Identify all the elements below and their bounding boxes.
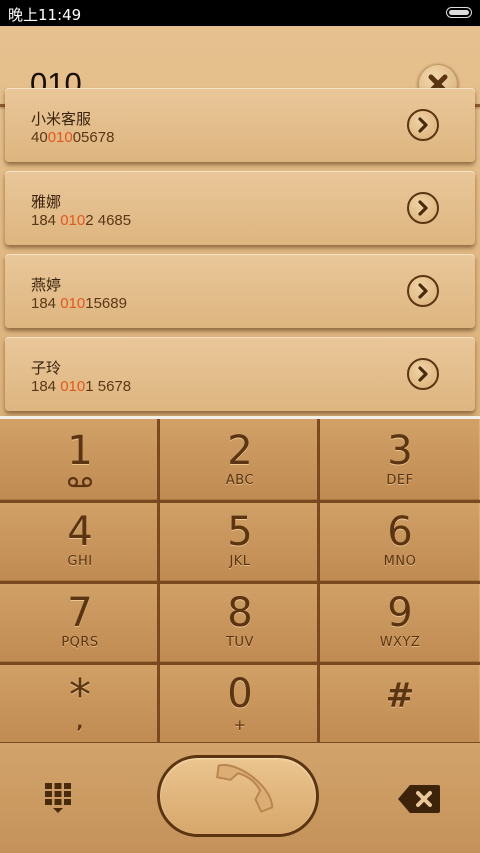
phone-icon [216, 764, 274, 813]
key-digit: 8 [227, 590, 253, 636]
details-button[interactable] [407, 275, 439, 307]
contact-name: 子玲 [31, 359, 62, 377]
key-letters: DEF [386, 473, 414, 488]
chevron-right-icon [418, 117, 428, 133]
dialpad-toggle-button[interactable] [40, 780, 76, 816]
key-7[interactable]: 7 PQRS [0, 581, 160, 662]
suggestion-item[interactable]: 燕婷 184 01015689 [5, 254, 475, 328]
key-letters: + [233, 716, 247, 734]
key-digit: 2 [227, 428, 253, 474]
match-highlight: 010 [60, 212, 86, 229]
match-highlight: 010 [47, 129, 73, 146]
key-letters: JKL [229, 554, 251, 569]
key-letters: WXYZ [379, 635, 421, 650]
key-9[interactable]: 9 WXYZ [320, 581, 480, 662]
key-0[interactable]: 0 + [160, 662, 320, 743]
key-1[interactable]: 1 [0, 419, 160, 500]
suggestion-item[interactable]: 雅娜 184 0102 4685 [5, 171, 475, 245]
contact-name: 雅娜 [31, 193, 62, 211]
key-letters: , [76, 712, 84, 733]
suggestion-item[interactable]: 小米客服 4001005678 [5, 88, 475, 162]
keypad-grid-line [0, 500, 480, 503]
key-digit: 6 [387, 509, 413, 555]
key-digit: 9 [387, 590, 413, 636]
details-button[interactable] [407, 358, 439, 390]
key-4[interactable]: 4 GHI [0, 500, 160, 581]
key-letters: PQRS [61, 635, 99, 650]
key-letters: TUV [226, 635, 254, 650]
chevron-right-icon [418, 283, 428, 299]
contact-number: 184 0101 5678 [31, 378, 132, 395]
call-button[interactable] [157, 755, 319, 837]
key-digit: 5 [227, 509, 253, 555]
key-digit: # [385, 676, 415, 716]
key-letters: ABC [225, 473, 255, 488]
contact-name: 燕婷 [31, 276, 62, 294]
contact-number: 184 01015689 [31, 295, 127, 312]
chevron-right-icon [418, 200, 428, 216]
key-2[interactable]: 2 ABC [160, 419, 320, 500]
key-letters: GHI [67, 554, 93, 569]
key-hash[interactable]: # [320, 662, 480, 743]
key-digit: 3 [387, 428, 413, 474]
key-digit: 4 [67, 509, 93, 555]
key-5[interactable]: 5 JKL [160, 500, 320, 581]
chevron-right-icon [418, 366, 428, 382]
top-area: 010 小米客服 4001005678 雅娜 184 0102 4685 燕婷 … [0, 26, 480, 418]
key-digit: 0 [227, 671, 253, 717]
contact-name: 小米客服 [31, 110, 92, 128]
status-bar: 晚上11:49 [0, 0, 480, 26]
dialpad-icon [45, 783, 71, 813]
keypad-grid-line [0, 662, 480, 665]
key-star[interactable]: * , [0, 662, 160, 743]
key-3[interactable]: 3 DEF [320, 419, 480, 500]
key-digit: 7 [67, 590, 93, 636]
key-8[interactable]: 8 TUV [160, 581, 320, 662]
suggestion-item[interactable]: 子玲 184 0101 5678 [5, 337, 475, 411]
status-time: 晚上11:49 [8, 6, 82, 24]
match-highlight: 010 [60, 295, 86, 312]
details-button[interactable] [407, 192, 439, 224]
contact-number: 4001005678 [31, 129, 115, 146]
backspace-icon [398, 785, 440, 813]
key-digit: 1 [67, 428, 93, 474]
match-highlight: 010 [60, 378, 86, 395]
key-6[interactable]: 6 MNO [320, 500, 480, 581]
keypad-grid-line [0, 581, 480, 584]
contact-number: 184 0102 4685 [31, 212, 132, 229]
key-letters: MNO [383, 554, 417, 569]
battery-icon [446, 7, 472, 18]
voicemail-icon [67, 476, 93, 488]
details-button[interactable] [407, 109, 439, 141]
backspace-button[interactable] [396, 783, 442, 815]
bottom-bar [0, 743, 480, 853]
key-digit: * [69, 670, 91, 721]
